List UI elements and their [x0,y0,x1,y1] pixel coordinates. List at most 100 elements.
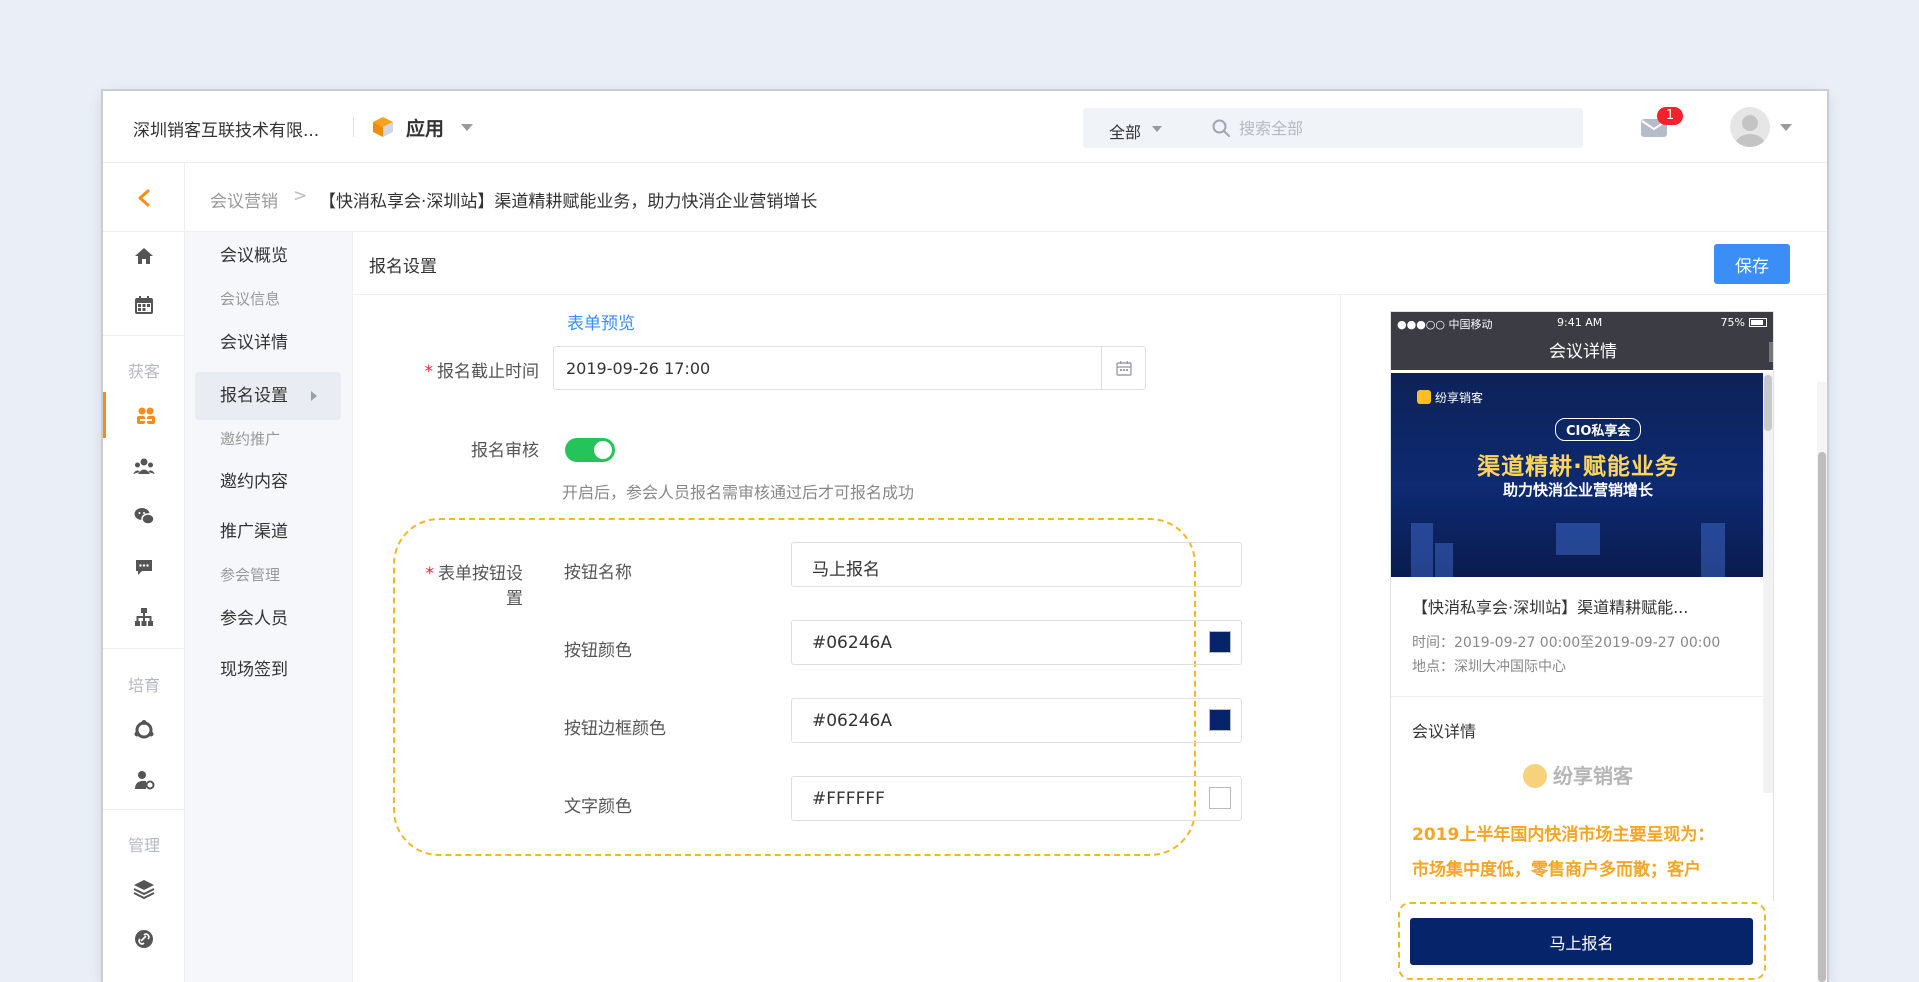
icon-sidebar: 获客 培育 管理 [103,232,185,982]
scroll-thumb [1764,375,1772,431]
content-header: 报名设置 保存 [353,232,1827,295]
subnav-item-attendees[interactable]: 参会人员 [195,595,341,643]
subnav-item-overview[interactable]: 会议概览 [195,232,341,280]
deadline-date-input[interactable]: 2019-09-26 17:00 [553,346,1146,390]
people-icon [133,458,155,474]
button-settings-label: * 表单按钮设置 [425,564,524,609]
subnav-group-attendee: 参会管理 [220,566,281,584]
rail-link[interactable] [103,916,185,962]
button-name-input[interactable]: 马上报名 [791,542,1242,587]
rail-divider [103,809,185,810]
search-icon [1212,119,1230,137]
chevron-down-icon[interactable] [1152,126,1162,132]
header-divider [353,117,354,137]
subnav-item-label: 报名设置 [220,386,288,406]
rail-calendar[interactable] [103,282,185,328]
phone-nav-bar: 会议详情 [1391,334,1773,370]
button-color-label: 按钮颜色 [564,641,632,661]
form-preview-link[interactable]: 表单预览 [567,309,635,334]
phone-status-bar: ●●●○○ 中国移动 9:41 AM 75% [1391,312,1773,334]
rail-divider [103,648,185,649]
calendar-icon [1115,361,1132,376]
layers-icon [133,880,155,900]
content-scrollbar[interactable] [1817,382,1827,982]
save-button[interactable]: 保存 [1714,244,1790,284]
text-color-label: 文字颜色 [564,797,632,817]
registration-form: 表单预览 * 报名截止时间 2019-09-26 17:00 报名审核 开启后，参… [353,295,1353,982]
subnav-item-registration[interactable]: 报名设置 [195,372,341,420]
date-picker-button[interactable] [1101,347,1145,389]
button-name-value: 马上报名 [812,560,880,580]
subnav-item-detail[interactable]: 会议详情 [195,319,341,367]
breadcrumb: 会议营销 > 【快消私享会·深圳站】渠道精耕赋能业务，助力快消企业营销增长 [103,163,1827,232]
detail-text: 2019上半年国内快消市场主要呈现为： [1412,825,1715,845]
required-marker: * [424,362,434,382]
subnav-item-checkin[interactable]: 现场签到 [195,646,341,694]
panel-divider [1340,295,1341,982]
company-name[interactable]: 深圳销客互联技术有限... [133,116,319,141]
rail-layers[interactable] [103,866,185,912]
signup-button[interactable]: 马上报名 [1410,918,1753,965]
review-label: 报名审核 [471,441,539,461]
search-scope-select[interactable]: 全部 [1109,119,1141,143]
chevron-down-icon[interactable] [1780,124,1792,131]
event-title: 【快消私享会·深圳站】渠道精耕赋能... [1412,598,1689,617]
mobile-preview: ●●●○○ 中国移动 9:41 AM 75% 会议详情 纷享销客 CIO私享会 … [1390,311,1774,982]
button-border-color-input[interactable]: #06246A [791,698,1242,743]
button-name-label: 按钮名称 [564,563,632,583]
event-time: 时间：2019-09-27 00:00至2019-09-27 00:00 [1412,635,1721,651]
rail-user-setting[interactable] [103,757,185,803]
banner-decoration [1701,523,1725,577]
banner-subtitle: 助力快消企业营销增长 [1502,481,1653,499]
user-setting-icon [135,771,155,790]
app-window: 深圳销客互联技术有限... 应用 全部 1 [103,91,1827,982]
breadcrumb-separator: > [293,186,308,206]
brand-logo-icon [1523,764,1547,788]
rail-people[interactable] [103,443,185,489]
phone-scrollbar[interactable] [1763,373,1773,793]
subnav-group-invite: 邀约推广 [220,430,281,448]
deadline-value: 2019-09-26 17:00 [566,359,711,378]
button-border-color-swatch[interactable] [1209,709,1231,731]
toggle-knob [594,441,612,459]
subnav-item-channels[interactable]: 推广渠道 [195,508,341,556]
event-place: 地点：深圳大冲国际中心 [1412,659,1566,675]
carrier-text: ●●●○○ 中国移动 [1397,318,1493,331]
rail-wechat[interactable] [103,493,185,539]
banner-decoration [1435,543,1453,577]
wechat-icon [134,508,155,525]
subnav-item-invite-content[interactable]: 邀约内容 [195,458,341,506]
banner-badge: CIO私享会 [1555,418,1642,441]
rail-team[interactable] [103,392,185,438]
search-input[interactable] [1239,116,1559,140]
chevron-down-icon[interactable] [461,124,473,131]
sub-navigation: 会议概览 会议信息 会议详情 报名设置 邀约推广 邀约内容 推广渠道 参会管理 … [185,232,353,982]
app-switcher[interactable]: 应用 [406,114,444,141]
rail-group-label: 获客 [127,362,160,381]
rail-chat[interactable] [103,544,185,590]
rail-circle[interactable] [103,707,185,753]
top-bar: 深圳销客互联技术有限... 应用 全部 1 [103,91,1827,163]
button-color-swatch[interactable] [1209,631,1231,653]
phone-footer: 马上报名 [1390,901,1774,981]
button-color-value: #06246A [812,633,892,653]
chevron-left-icon [138,189,150,207]
phone-divider [1391,696,1765,697]
brand-logo-icon [1417,390,1431,404]
rail-home[interactable] [103,233,185,279]
text-color-input[interactable]: #FFFFFF [791,776,1242,821]
event-banner: 纷享销客 CIO私享会 渠道精耕·赋能业务 助力快消企业营销增长 [1391,373,1765,577]
button-color-input[interactable]: #06246A [791,620,1242,665]
avatar[interactable] [1730,107,1770,147]
link-icon [135,930,153,948]
breadcrumb-root[interactable]: 会议营销 [210,187,278,212]
nav-edge [1769,342,1773,362]
back-button[interactable] [103,163,185,232]
rail-org[interactable] [103,594,185,640]
text-color-swatch[interactable] [1209,787,1231,809]
battery-text: 75% [1720,316,1745,329]
deadline-label: * 报名截止时间 [424,362,540,382]
review-hint: 开启后，参会人员报名需审核通过后才可报名成功 [562,483,915,502]
home-icon [135,248,153,264]
review-toggle[interactable] [565,438,615,462]
